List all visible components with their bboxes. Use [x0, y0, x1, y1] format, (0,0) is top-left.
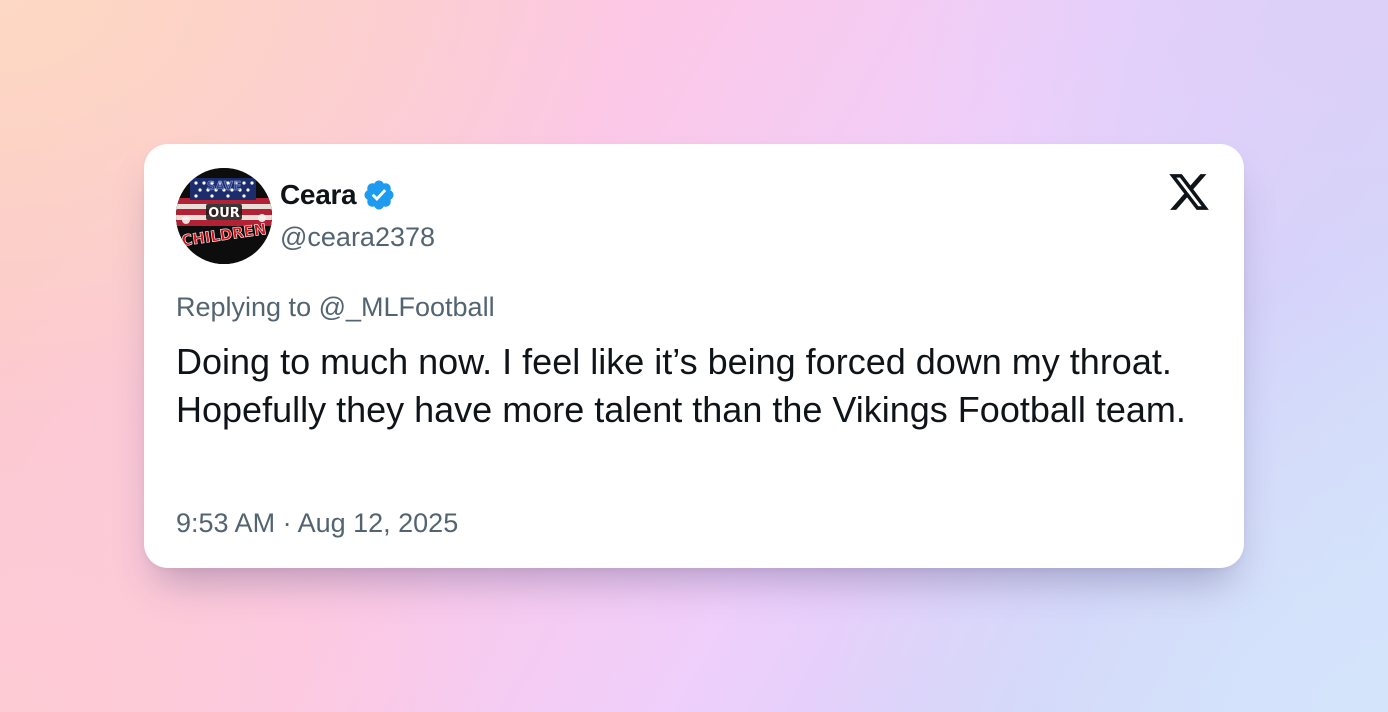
tweet-timestamp[interactable]: 9:53 AM · Aug 12, 2025: [176, 508, 458, 539]
save-our-children-avatar-icon: OUR CHILDREN SAVE: [176, 168, 272, 264]
tweet-card: OUR CHILDREN SAVE Ceara @ceara2378 Reply…: [144, 144, 1244, 568]
tweet-text: Doing to much now. I feel like it’s bein…: [176, 341, 1186, 430]
replying-to[interactable]: Replying to @_MLFootball: [176, 292, 495, 323]
verified-badge-icon: [364, 180, 394, 210]
avatar[interactable]: OUR CHILDREN SAVE: [176, 168, 272, 264]
x-logo-icon[interactable]: [1166, 170, 1212, 214]
svg-text:SAVE: SAVE: [207, 179, 242, 193]
author-name-row: Ceara: [280, 178, 396, 212]
display-name[interactable]: Ceara: [280, 179, 357, 211]
svg-text:OUR: OUR: [208, 206, 240, 221]
author-handle[interactable]: @ceara2378: [280, 222, 435, 253]
